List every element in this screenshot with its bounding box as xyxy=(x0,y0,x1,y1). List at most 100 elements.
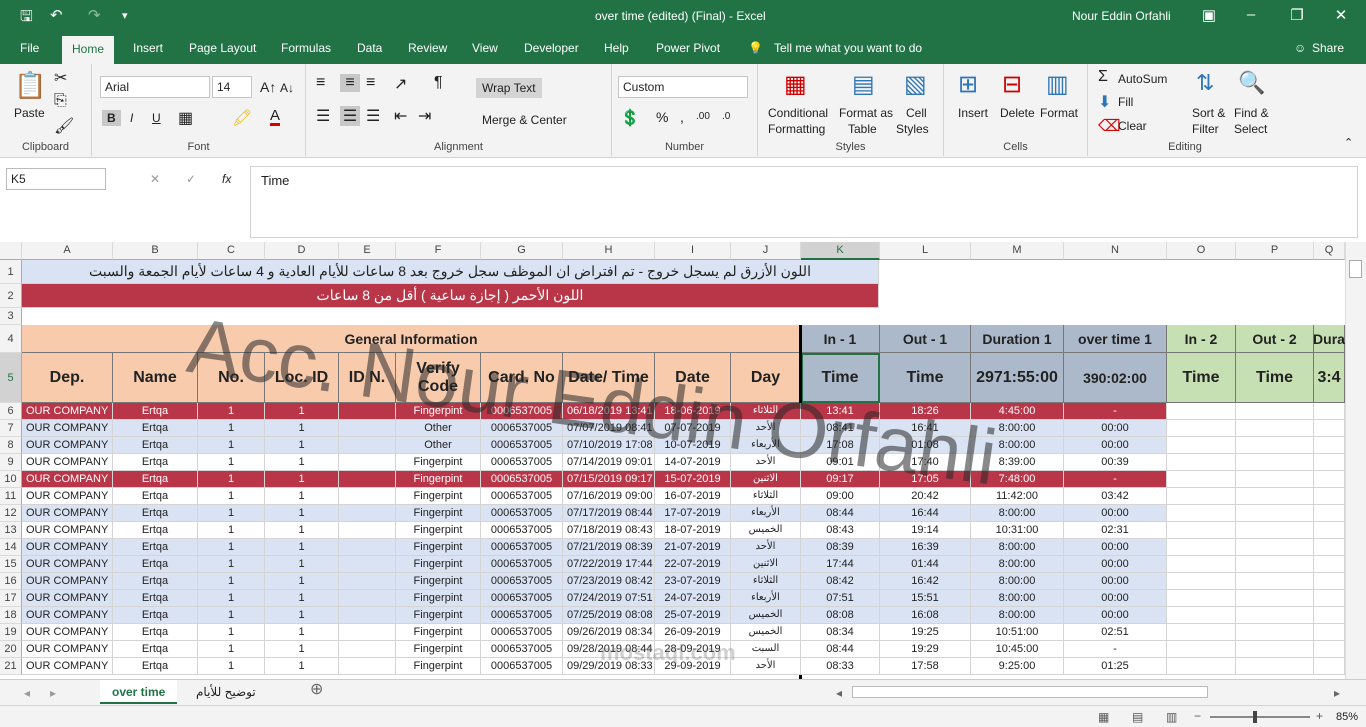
cell-empty[interactable] xyxy=(1314,403,1345,420)
cut-icon[interactable]: ✂ xyxy=(54,68,67,88)
cell-dt[interactable]: 07/22/2019 17:44 xyxy=(563,556,655,573)
cell-idn[interactable] xyxy=(339,658,396,675)
cell-dur[interactable]: 7:48:00 xyxy=(971,471,1064,488)
cell-empty[interactable] xyxy=(1167,420,1236,437)
paste-button[interactable]: Paste xyxy=(14,106,45,120)
orientation-icon[interactable]: ↗ xyxy=(394,74,407,94)
cell-idn[interactable] xyxy=(339,488,396,505)
tab-help[interactable]: Help xyxy=(604,41,629,55)
cell-dep[interactable]: OUR COMPANY xyxy=(22,403,113,420)
bold-button[interactable]: B xyxy=(102,110,121,126)
cell-dur[interactable]: 8:00:00 xyxy=(971,607,1064,624)
cell-ot[interactable]: 00:00 xyxy=(1064,590,1167,607)
cell-out[interactable]: 16:44 xyxy=(880,505,971,522)
cell-card[interactable]: 0006537005 xyxy=(481,539,563,556)
cell-dep[interactable]: OUR COMPANY xyxy=(22,522,113,539)
cell-out[interactable]: 16:41 xyxy=(880,420,971,437)
increase-font-icon[interactable]: A↑ xyxy=(260,80,276,94)
cell-ot[interactable]: - xyxy=(1064,471,1167,488)
cell-date[interactable]: 22-07-2019 xyxy=(655,556,731,573)
cell-out[interactable]: 16:08 xyxy=(880,607,971,624)
cell-ot[interactable]: 01:25 xyxy=(1064,658,1167,675)
cell-no[interactable]: 1 xyxy=(198,437,265,454)
cell-day[interactable]: الأحد xyxy=(731,658,801,675)
cell-card[interactable]: 0006537005 xyxy=(481,403,563,420)
cell-day[interactable]: الاثنين xyxy=(731,471,801,488)
cell-name[interactable]: Ertqa xyxy=(113,488,198,505)
cell-dt[interactable]: 07/15/2019 09:17 xyxy=(563,471,655,488)
cell-name[interactable]: Ertqa xyxy=(113,522,198,539)
autosum-icon[interactable]: Σ xyxy=(1098,68,1108,86)
cell-day[interactable]: الأحد xyxy=(731,539,801,556)
cell-name[interactable]: Ertqa xyxy=(113,454,198,471)
column-header-l[interactable]: L xyxy=(880,242,971,260)
scroll-sheets-right-icon[interactable]: ▸ xyxy=(50,686,56,700)
autosum-button[interactable]: AutoSum xyxy=(1118,72,1167,86)
cell-date[interactable]: 23-07-2019 xyxy=(655,573,731,590)
cell-date[interactable]: 18-06-2019 xyxy=(655,403,731,420)
cell-empty[interactable] xyxy=(1236,641,1314,658)
tab-power-pivot[interactable]: Power Pivot xyxy=(656,41,720,55)
cell-date[interactable]: 21-07-2019 xyxy=(655,539,731,556)
cell-dur[interactable]: 8:00:00 xyxy=(971,590,1064,607)
cell-in[interactable]: 08:39 xyxy=(801,539,880,556)
cell-empty[interactable] xyxy=(1167,624,1236,641)
cell-day[interactable]: الخميس xyxy=(731,607,801,624)
cell-empty[interactable] xyxy=(1314,539,1345,556)
cell-in[interactable]: 07:51 xyxy=(801,590,880,607)
conditional-formatting-button-line2[interactable]: Formatting xyxy=(768,122,825,136)
header-k[interactable]: Time xyxy=(801,353,880,403)
cell-empty[interactable] xyxy=(1167,590,1236,607)
hscroll-left-icon[interactable]: ◂ xyxy=(836,686,842,700)
cell-in[interactable]: 17:44 xyxy=(801,556,880,573)
cell-out[interactable]: 19:29 xyxy=(880,641,971,658)
cell-loc[interactable]: 1 xyxy=(265,658,339,675)
cell-verify[interactable]: Fingerpint xyxy=(396,488,481,505)
cell-empty[interactable] xyxy=(1236,607,1314,624)
cell-day[interactable]: السبت xyxy=(731,641,801,658)
cell-loc[interactable]: 1 xyxy=(265,471,339,488)
align-middle-icon[interactable]: ≡ xyxy=(340,74,360,92)
sheet-tab-days[interactable]: توضيح للأيام xyxy=(186,685,266,699)
column-header-n[interactable]: N xyxy=(1064,242,1167,260)
cell-dep[interactable]: OUR COMPANY xyxy=(22,539,113,556)
column-header-a[interactable]: A xyxy=(22,242,113,260)
collapse-ribbon-icon[interactable]: ⌃ xyxy=(1344,136,1353,149)
format-as-table-icon[interactable]: ▤ xyxy=(852,70,875,99)
cell-empty[interactable] xyxy=(1236,420,1314,437)
cell-empty[interactable] xyxy=(1314,607,1345,624)
cell-dt[interactable]: 07/10/2019 17:08 xyxy=(563,437,655,454)
tab-data[interactable]: Data xyxy=(357,41,382,55)
cell-dt[interactable]: 06/18/2019 13:41 xyxy=(563,403,655,420)
cell-empty[interactable] xyxy=(1167,488,1236,505)
zoom-slider-thumb[interactable] xyxy=(1253,711,1257,723)
cell-idn[interactable] xyxy=(339,505,396,522)
cell-in[interactable]: 13:41 xyxy=(801,403,880,420)
borders-icon[interactable]: ▦ xyxy=(178,108,193,128)
cell-empty[interactable] xyxy=(1314,488,1345,505)
row-header-6[interactable]: 6 xyxy=(0,403,22,420)
cell-empty[interactable] xyxy=(1167,454,1236,471)
cell-empty[interactable] xyxy=(1236,539,1314,556)
user-name[interactable]: Nour Eddin Orfahli xyxy=(1072,9,1171,23)
cell-idn[interactable] xyxy=(339,454,396,471)
cell-empty[interactable] xyxy=(1167,522,1236,539)
cell-in[interactable]: 17:08 xyxy=(801,437,880,454)
cell-verify[interactable]: Other xyxy=(396,420,481,437)
cell-empty[interactable] xyxy=(1314,471,1345,488)
undo-icon[interactable]: ↶ xyxy=(50,6,63,24)
zoom-level[interactable]: 85% xyxy=(1336,710,1358,724)
cell-in[interactable]: 08:08 xyxy=(801,607,880,624)
cell-dt[interactable]: 09/26/2019 08:34 xyxy=(563,624,655,641)
decrease-decimal-icon[interactable]: .0 xyxy=(722,110,730,124)
cell-verify[interactable]: Fingerpint xyxy=(396,539,481,556)
cell-ot[interactable]: 02:31 xyxy=(1064,522,1167,539)
cell-loc[interactable]: 1 xyxy=(265,437,339,454)
column-header-k[interactable]: K xyxy=(801,242,880,260)
column-header-b[interactable]: B xyxy=(113,242,198,260)
cell-empty[interactable] xyxy=(1167,539,1236,556)
cell-dur[interactable]: 8:00:00 xyxy=(971,437,1064,454)
cell-date[interactable]: 25-07-2019 xyxy=(655,607,731,624)
cell-no[interactable]: 1 xyxy=(198,641,265,658)
cell-ot[interactable]: 02:51 xyxy=(1064,624,1167,641)
